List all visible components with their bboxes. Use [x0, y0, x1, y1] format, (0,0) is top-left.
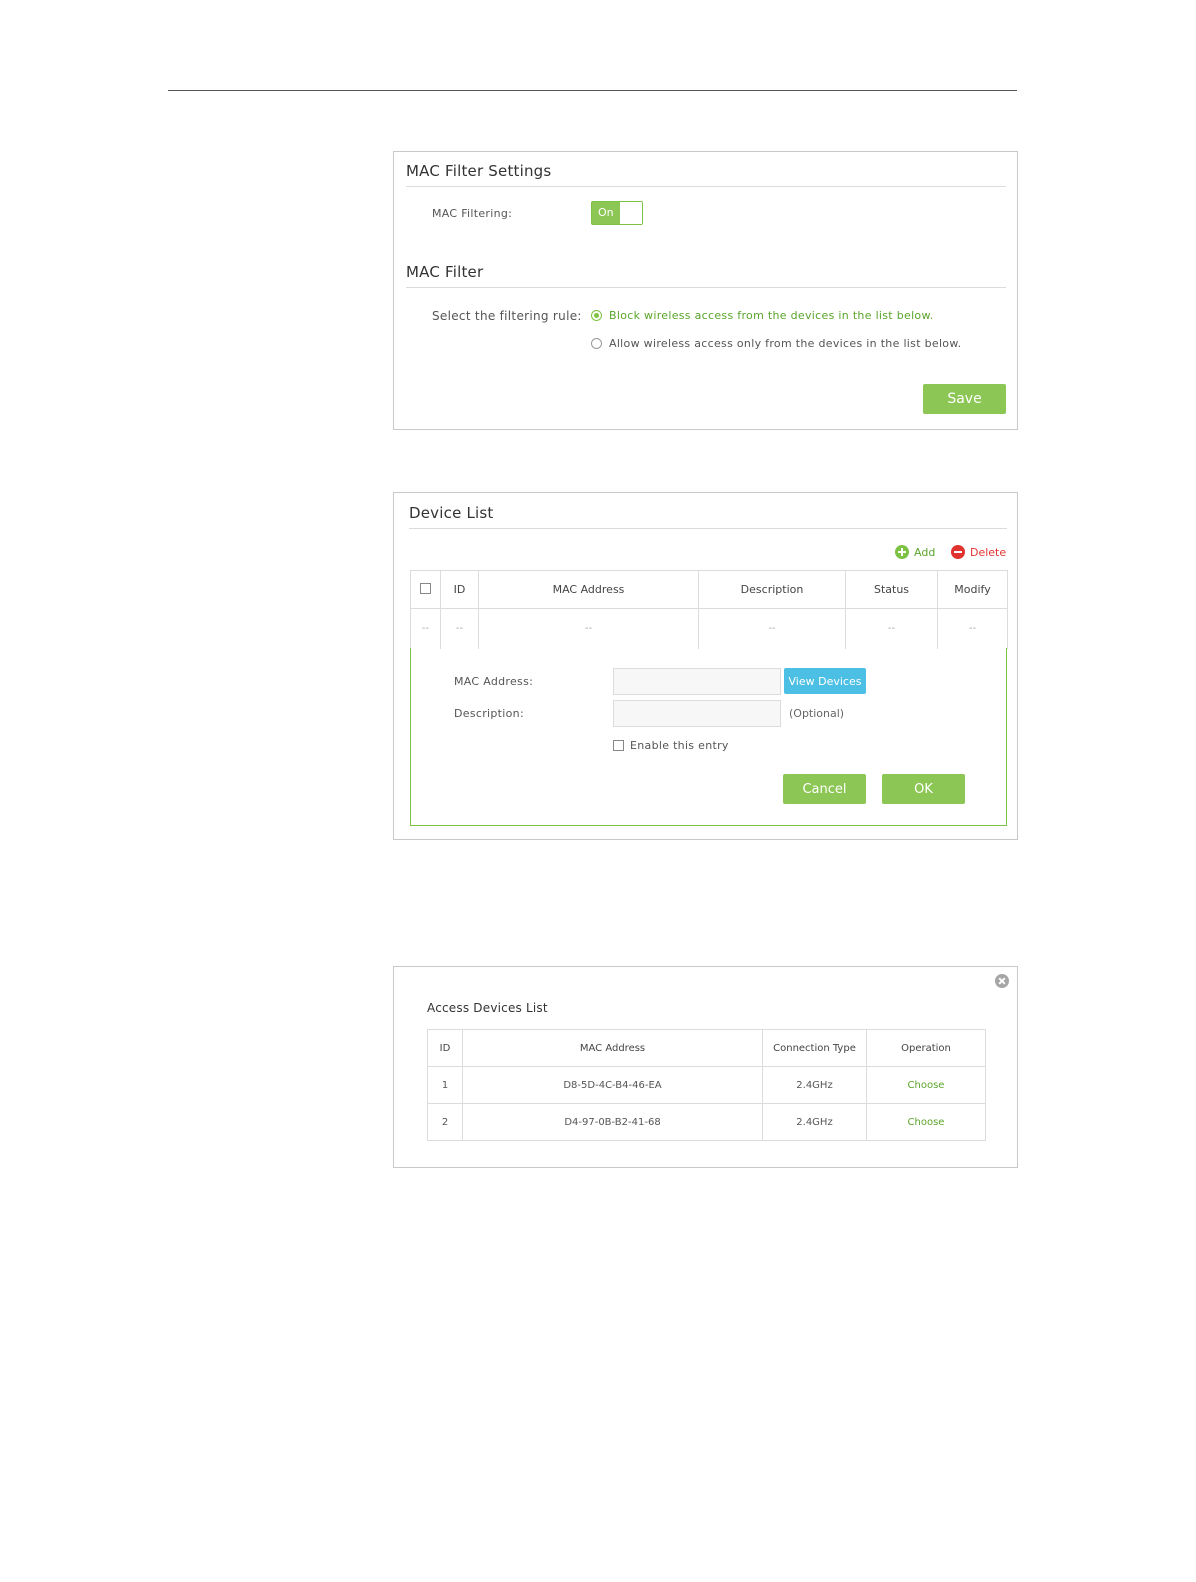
radio-unselected-icon	[591, 338, 602, 349]
rule-option-block[interactable]: Block wireless access from the devices i…	[591, 309, 934, 322]
table-header-row: ID MAC Address Connection Type Operation	[427, 1029, 986, 1067]
view-devices-button[interactable]: View Devices	[784, 668, 866, 694]
table-row: -- -- -- -- -- --	[410, 608, 1008, 649]
column-header-modify: Modify	[937, 570, 1008, 609]
device-connection-type: 2.4GHz	[762, 1103, 867, 1141]
column-header-status: Status	[845, 570, 938, 609]
column-header-id: ID	[440, 570, 479, 609]
section-divider	[409, 528, 1007, 529]
rule-option-allow[interactable]: Allow wireless access only from the devi…	[591, 337, 961, 350]
table-cell: --	[440, 608, 479, 649]
device-id: 1	[427, 1066, 463, 1104]
table-cell: --	[698, 608, 846, 649]
choose-link[interactable]: Choose	[866, 1066, 986, 1104]
select-all-checkbox[interactable]	[420, 582, 431, 594]
column-header-description: Description	[698, 570, 846, 609]
table-cell: --	[937, 608, 1008, 649]
choose-link[interactable]: Choose	[866, 1103, 986, 1141]
description-label: Description:	[454, 707, 524, 720]
enable-entry-label: Enable this entry	[630, 739, 729, 752]
toggle-on-label: On	[592, 202, 621, 224]
device-edit-form: MAC Address: View Devices Description: (…	[410, 648, 1007, 826]
add-button[interactable]: Add	[895, 545, 935, 559]
table-cell: --	[410, 608, 441, 649]
add-label: Add	[914, 545, 936, 559]
add-icon	[895, 545, 909, 559]
device-mac: D8-5D-4C-B4-46-EA	[462, 1066, 763, 1104]
description-input[interactable]	[613, 700, 781, 727]
filtering-rule-label: Select the filtering rule:	[432, 309, 582, 323]
column-header-mac-address: MAC Address	[462, 1029, 763, 1067]
mac-filter-settings-title: MAC Filter Settings	[406, 162, 552, 180]
table-row: 1 D8-5D-4C-B4-46-EA 2.4GHz Choose	[427, 1066, 986, 1104]
section-divider	[406, 186, 1006, 187]
table-row: 2 D4-97-0B-B2-41-68 2.4GHz Choose	[427, 1103, 986, 1141]
column-header-mac-address: MAC Address	[478, 570, 699, 609]
device-mac: D4-97-0B-B2-41-68	[462, 1103, 763, 1141]
close-icon[interactable]	[995, 974, 1009, 988]
select-all-cell[interactable]	[410, 570, 441, 609]
radio-selected-icon	[591, 310, 602, 321]
delete-button[interactable]: Delete	[951, 545, 1006, 559]
rule-option-allow-label: Allow wireless access only from the devi…	[609, 337, 962, 350]
device-list-table: ID MAC Address Description Status Modify…	[410, 570, 1008, 649]
delete-icon	[951, 545, 965, 559]
column-header-operation: Operation	[866, 1029, 986, 1067]
mac-filtering-label: MAC Filtering:	[432, 207, 513, 220]
enable-entry-checkbox[interactable]: Enable this entry	[613, 739, 729, 752]
mac-filter-title: MAC Filter	[406, 263, 484, 281]
mac-address-label: MAC Address:	[454, 675, 534, 688]
table-header-row: ID MAC Address Description Status Modify	[410, 570, 1008, 609]
access-devices-list-panel: Access Devices List ID MAC Address Conne…	[393, 966, 1018, 1168]
device-connection-type: 2.4GHz	[762, 1066, 867, 1104]
optional-note: (Optional)	[789, 707, 845, 720]
mac-filter-settings-panel: MAC Filter Settings MAC Filtering: On MA…	[393, 151, 1018, 430]
device-list-panel: Device List Add Delete ID MAC Address De…	[393, 492, 1018, 840]
toggle-knob	[620, 202, 642, 224]
section-divider	[406, 287, 1006, 288]
delete-label: Delete	[970, 545, 1007, 559]
table-cell: --	[478, 608, 699, 649]
table-cell: --	[845, 608, 938, 649]
access-devices-table: ID MAC Address Connection Type Operation…	[427, 1029, 986, 1141]
rule-option-block-label: Block wireless access from the devices i…	[609, 309, 934, 322]
column-header-id: ID	[427, 1029, 463, 1067]
checkbox-icon	[613, 740, 624, 751]
device-list-title: Device List	[409, 504, 494, 522]
ok-button[interactable]: OK	[882, 774, 965, 804]
access-devices-list-title: Access Devices List	[427, 1001, 548, 1015]
cancel-button[interactable]: Cancel	[783, 774, 866, 804]
mac-filtering-toggle[interactable]: On	[591, 201, 643, 225]
column-header-connection-type: Connection Type	[762, 1029, 867, 1067]
device-id: 2	[427, 1103, 463, 1141]
save-button[interactable]: Save	[923, 384, 1006, 414]
page-header-rule	[168, 90, 1017, 91]
mac-address-input[interactable]	[613, 668, 781, 695]
